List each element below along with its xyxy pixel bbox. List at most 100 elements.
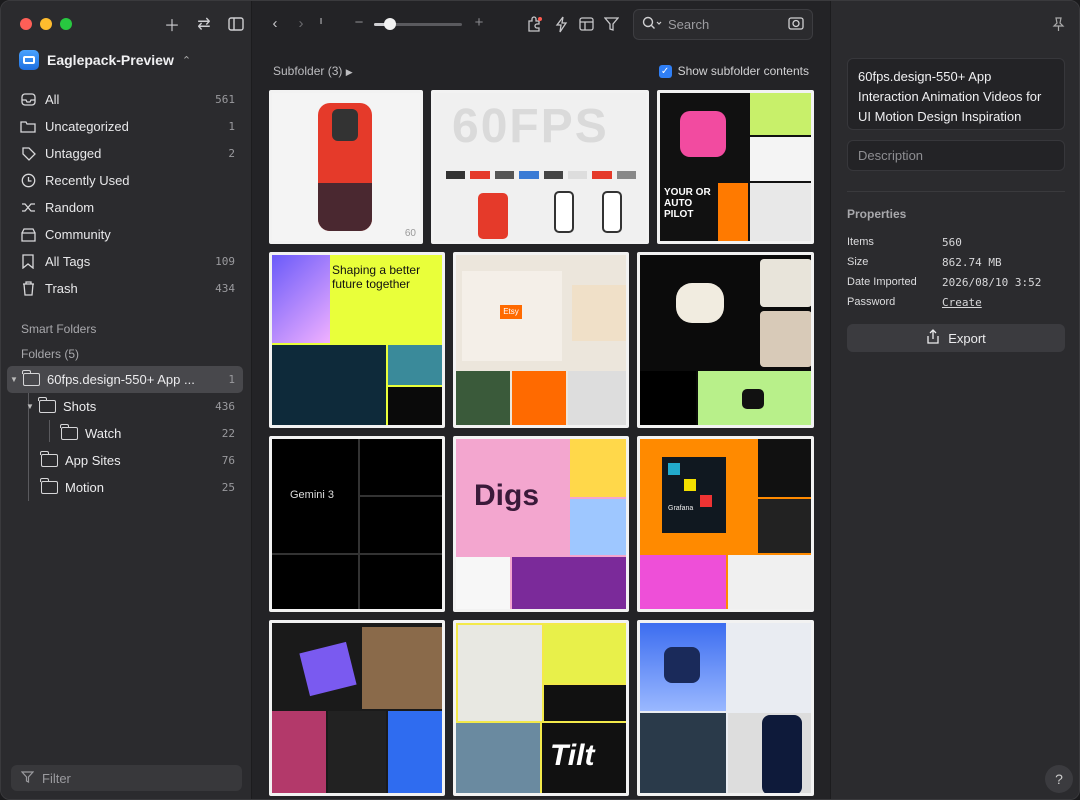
share-icon (926, 329, 940, 347)
thumbnail-tile[interactable]: Etsy (453, 252, 629, 428)
zoom-button[interactable] (60, 18, 72, 30)
folder-question-icon (19, 118, 37, 136)
folder-label: App Sites (65, 453, 121, 468)
app-window: ＋ ⇄ Eaglepack-Preview ⌃ All 561 Uncatego… (0, 0, 1080, 800)
zoom-slider[interactable] (374, 18, 462, 30)
folders-heading[interactable]: Folders (5) (21, 347, 79, 361)
checkmark-icon: ✓ (658, 64, 672, 78)
sidebar-tools: ＋ ⇄ (161, 13, 247, 35)
folder-item-app-sites[interactable]: App Sites 76 (7, 447, 243, 474)
prop-password: Password Create (847, 292, 1065, 312)
prop-date-imported: Date Imported 2026/08/10 3:52 (847, 272, 1065, 292)
smart-folders-heading[interactable]: Smart Folders (21, 322, 96, 336)
thumbnail-tile[interactable]: 60 (269, 90, 423, 244)
create-password-link[interactable]: Create (942, 296, 982, 309)
divider (847, 191, 1065, 192)
folder-item-motion[interactable]: Motion 25 (7, 474, 243, 501)
nav-item-trash[interactable]: Trash 434 (11, 275, 243, 302)
tile-caption: 60 (404, 228, 416, 239)
swap-icon[interactable]: ⇄ (193, 13, 215, 35)
sidebar: ＋ ⇄ Eaglepack-Preview ⌃ All 561 Uncatego… (1, 1, 252, 799)
tile-caption: Shaping a better future together (332, 263, 421, 291)
folder-count: 76 (221, 454, 235, 467)
nav-count: 434 (215, 282, 235, 295)
nav-label: Uncategorized (45, 119, 129, 134)
thumbnail-tile[interactable]: Shaping a better future together (269, 252, 445, 428)
library-switcher[interactable]: Eaglepack-Preview ⌃ (19, 50, 191, 70)
thumbnail-tile[interactable]: Gemini 3 (269, 436, 445, 612)
thumbnail-tile[interactable] (269, 620, 445, 796)
nav-count: 561 (215, 93, 235, 106)
folder-item-60fps[interactable]: ▼ 60fps.design-550+ App ... 1 (7, 366, 243, 393)
disclosure-triangle-icon[interactable]: ▼ (23, 402, 37, 411)
filter-placeholder: Filter (42, 770, 71, 786)
sidebar-toggle-icon[interactable] (225, 13, 247, 35)
tile-caption: Gemini 3 (290, 489, 335, 501)
prop-value: 862.74 MB (942, 255, 1002, 269)
nav-item-untagged[interactable]: Untagged 2 (11, 140, 243, 167)
lightning-icon[interactable] (555, 16, 568, 36)
image-search-icon[interactable] (788, 16, 804, 33)
disclosure-triangle-icon[interactable]: ▼ (7, 375, 21, 384)
slider-knob[interactable] (384, 18, 396, 30)
clock-icon (19, 172, 37, 190)
nav-label: All (45, 92, 60, 107)
nav-item-all[interactable]: All 561 (11, 86, 243, 113)
layout-icon[interactable] (579, 17, 594, 34)
content-area: ‹ › ı − + Subfolder (3) ▶ ✓ Show subfolde… (252, 1, 830, 799)
prop-size: Size 862.74 MB (847, 252, 1065, 272)
prop-items: Items 560 (847, 232, 1065, 252)
tag-icon (19, 145, 37, 163)
nav-item-uncategorized[interactable]: Uncategorized 1 (11, 113, 243, 140)
pin-icon[interactable] (1052, 17, 1065, 35)
nav-item-community[interactable]: Community (11, 221, 243, 248)
properties-list: Items 560 Size 862.74 MB Date Imported 2026… (847, 232, 1065, 312)
show-subfolder-checkbox[interactable]: ✓ Show subfolder contents (658, 64, 809, 78)
back-icon[interactable]: ‹ (263, 15, 287, 32)
tile-caption: Etsy (500, 305, 522, 319)
filter-field[interactable]: Filter (11, 765, 242, 791)
folder-tree: ▼ 60fps.design-550+ App ... 1 ▼ Shots 43… (7, 366, 243, 501)
prop-key: Password (847, 296, 896, 308)
trash-icon (19, 280, 37, 298)
zoom-out-icon[interactable]: − (347, 14, 371, 31)
nav-count: 1 (228, 120, 235, 133)
folder-item-watch[interactable]: Watch 22 (7, 420, 243, 447)
zoom-in-icon[interactable]: + (467, 14, 491, 31)
thumbnail-tile[interactable]: Tilt (453, 620, 629, 796)
subfolder-toggle[interactable]: Subfolder (3) ▶ (273, 64, 353, 78)
tile-caption: YOUR OR AUTO PILOT (664, 187, 711, 220)
thumbnail-tile[interactable]: 60FPS (431, 90, 649, 244)
prop-value: 560 (942, 235, 962, 249)
folder-label: Shots (63, 399, 97, 414)
community-icon (19, 226, 37, 244)
folder-label: 60fps.design-550+ App ... (47, 372, 195, 387)
folder-item-shots[interactable]: ▼ Shots 436 (7, 393, 243, 420)
extension-icon[interactable] (526, 16, 543, 36)
thumbnail-tile[interactable]: Digs (453, 436, 629, 612)
thumbnail-tile[interactable] (637, 620, 814, 796)
prop-value: 2026/08/10 3:52 (942, 275, 1042, 289)
thumbnail-tile[interactable]: Grafana (637, 436, 814, 612)
nav-label: Trash (45, 281, 78, 296)
search-input[interactable] (668, 17, 768, 32)
nav-item-all-tags[interactable]: All Tags 109 (11, 248, 243, 275)
search-icon (642, 16, 662, 33)
thumbnail-tile[interactable] (637, 252, 814, 428)
tile-caption: Grafana (668, 505, 694, 512)
thumbnail-tile[interactable]: YOUR OR AUTO PILOT (657, 90, 814, 244)
nav-item-recently-used[interactable]: Recently Used (11, 167, 243, 194)
close-button[interactable] (20, 18, 32, 30)
export-button[interactable]: Export (847, 324, 1065, 352)
description-field[interactable]: Description (847, 140, 1065, 171)
tile-caption: 60FPS (452, 100, 609, 153)
add-icon[interactable]: ＋ (161, 13, 183, 35)
folder-title-field[interactable]: 60fps.design-550+ App Interaction Animat… (847, 58, 1065, 130)
search-field[interactable] (633, 9, 813, 40)
bookmark-icon (19, 253, 37, 271)
filter-toolbar-icon[interactable] (603, 17, 620, 34)
inbox-icon (19, 91, 37, 109)
nav-item-random[interactable]: Random (11, 194, 243, 221)
minimize-button[interactable] (40, 18, 52, 30)
help-button[interactable]: ? (1045, 765, 1073, 793)
